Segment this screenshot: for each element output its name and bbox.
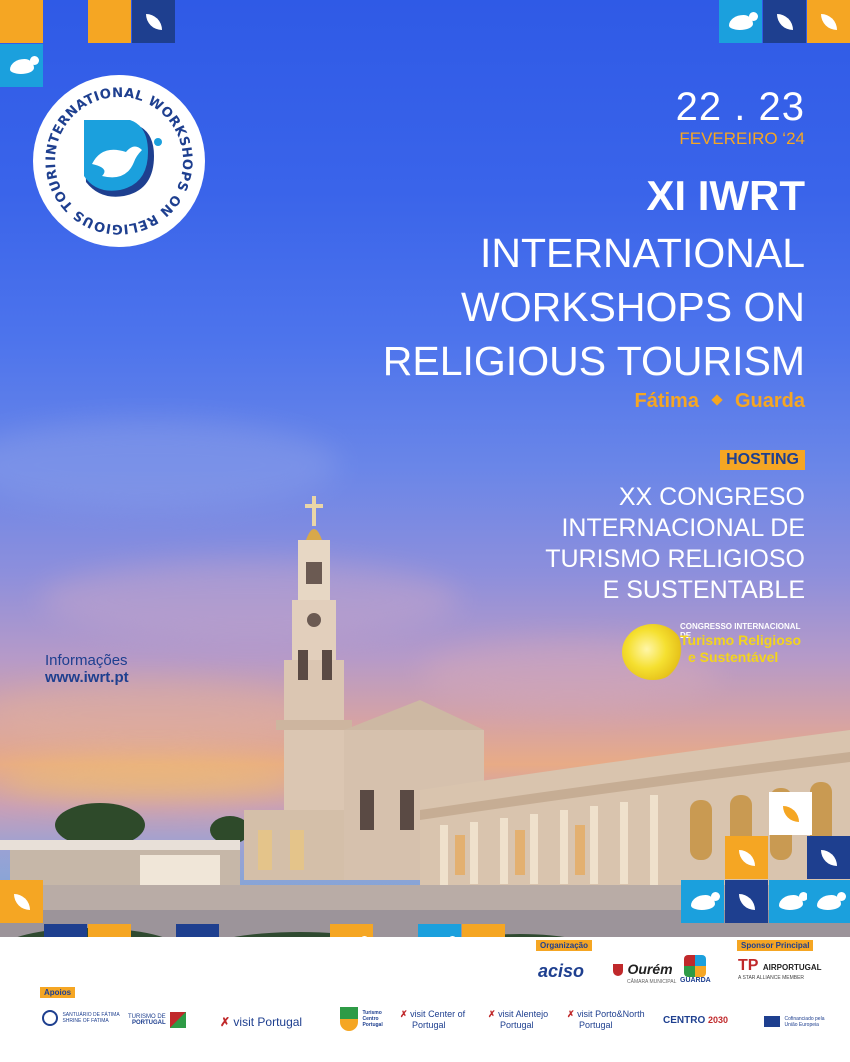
hosting-badge: HOSTING	[720, 450, 805, 470]
vp-mark-icon: ✗	[400, 1009, 408, 1019]
guarda-emblem-icon	[684, 955, 707, 977]
event-date: 22 . 23	[675, 85, 805, 129]
organizer-aciso-logo: aciso	[538, 961, 585, 981]
supporter-sub: PORTUGAL	[132, 1019, 166, 1026]
dove-icon	[816, 891, 846, 910]
corner-tile	[0, 0, 43, 43]
tap-mark: TP	[738, 957, 759, 974]
supporter-name: visit Alentejo	[498, 1009, 549, 1019]
supporter-sub: Portugal	[579, 1020, 613, 1030]
supporter-sub: 2030	[708, 1015, 729, 1025]
event-month: FEVEREIRO ‘24	[679, 129, 805, 148]
supporter-logo: TURISMO DE PORTUGAL	[128, 1011, 187, 1029]
supporter-name: CENTRO	[663, 1015, 706, 1026]
tap-tagline: A STAR ALLIANCE MEMBER	[738, 975, 805, 981]
supporter-logo: ✗ visit Portugal	[220, 1015, 302, 1029]
leaf-icon	[738, 849, 755, 866]
organizer-guarda-name: GUARDA	[680, 977, 711, 984]
mosaic-tile	[769, 792, 812, 835]
leaf-icon	[782, 805, 799, 822]
corner-tile	[719, 0, 762, 43]
shield-icon	[613, 963, 623, 976]
vp-mark-icon: ✗	[488, 1009, 496, 1019]
sponsor-tap-logo: TP AIRPORTUGAL A STAR ALLIANCE MEMBER	[738, 957, 822, 981]
event-title: INTERNATIONAL WORKSHOPS ON RELIGIOUS TOU…	[383, 226, 805, 388]
vp-mark-icon: ✗	[567, 1009, 575, 1019]
mosaic-tile	[725, 836, 768, 879]
mosaic-tile	[681, 880, 724, 923]
mosaic-tile	[769, 880, 812, 923]
organizer-ourem-subtitle: CÂMARA MUNICIPAL	[627, 979, 677, 985]
supporter-logo: SANTUÁRIO DE FÁTIMA SHRINE OF FATIMA	[42, 1009, 120, 1027]
dove-icon	[778, 891, 808, 910]
corner-tile	[88, 0, 131, 43]
mosaic-tile	[0, 880, 43, 923]
supporter-logo: ✗ visit Porto&North Portugal	[567, 1009, 645, 1031]
supporter-logo: ✗ visit Center of Portugal	[400, 1009, 465, 1031]
corner-tile	[807, 0, 850, 43]
mosaic-tile	[725, 880, 768, 923]
organizer-ourem-logo: Ourém CÂMARA MUNICIPAL	[613, 961, 676, 985]
mosaic-tile	[807, 836, 850, 879]
turismo-portugal-icon	[170, 1011, 187, 1028]
centro-shield-icon	[340, 1007, 358, 1031]
title-line: RELIGIOUS TOURISM	[382, 338, 805, 384]
supporter-logo: Turismo Centro Portugal	[340, 1007, 390, 1031]
poster: INTERNATIONAL WORKSHOPS ON RELIGIOUS TOU…	[0, 0, 850, 1062]
supporter-logo: Cofinanciado pela União Europeia	[764, 1013, 824, 1031]
supporter-name: visit Portugal	[233, 1015, 303, 1029]
seal-icon	[42, 1009, 58, 1026]
tap-name: AIRPORTUGAL	[762, 963, 822, 972]
supporter-sub: Portugal	[500, 1020, 534, 1030]
eu-flag-icon	[764, 1016, 780, 1028]
supporter-logo: ✗ visit Alentejo Portugal	[488, 1009, 548, 1031]
corner-tile	[763, 0, 806, 43]
mosaic-tile	[807, 880, 850, 923]
event-cities: Fátima Guarda	[635, 390, 806, 413]
supporter-name: visit Porto&North	[577, 1009, 645, 1019]
sponsor-label: Sponsor Principal	[737, 940, 814, 951]
title-line: INTERNATIONAL	[480, 230, 805, 276]
iwrt-circular-logo: INTERNATIONAL WORKSHOPS ON RELIGIOUS TOU…	[23, 61, 208, 250]
supporter-sub: Portugal	[412, 1020, 446, 1030]
apoios-label: Apoios	[40, 987, 76, 998]
corner-tile	[132, 0, 175, 43]
diamond-separator-icon	[711, 394, 723, 406]
supporter-sub: União Europeia	[784, 1021, 819, 1028]
supporter-logo: CENTRO 2030	[663, 1015, 728, 1026]
leaf-icon	[738, 893, 755, 910]
organizer-guarda-logo: GUARDA	[680, 955, 711, 984]
leaf-icon	[820, 849, 837, 866]
dove-icon	[690, 891, 720, 910]
vp-mark-icon: ✗	[220, 1015, 231, 1029]
leaf-icon	[776, 13, 793, 30]
supporter-name: Turismo Centro Portugal	[362, 1010, 383, 1028]
city-guarda: Guarda	[734, 390, 805, 412]
leaf-icon	[13, 893, 30, 910]
city-fatima: Fátima	[634, 390, 699, 412]
leaf-icon	[145, 13, 162, 30]
event-edition: XI IWRT	[646, 172, 805, 219]
organizer-ourem-name: Ourém	[627, 961, 673, 977]
sponsors-footer: Organização Sponsor Principal Apoios aci…	[0, 937, 850, 1062]
leaf-icon	[820, 13, 837, 30]
organizacao-label: Organização	[536, 940, 593, 951]
title-line: WORKSHOPS ON	[461, 284, 805, 330]
supporter-sub: SHRINE OF FATIMA	[62, 1017, 109, 1024]
dove-icon	[728, 11, 758, 30]
supporter-name: visit Center of	[410, 1009, 466, 1019]
